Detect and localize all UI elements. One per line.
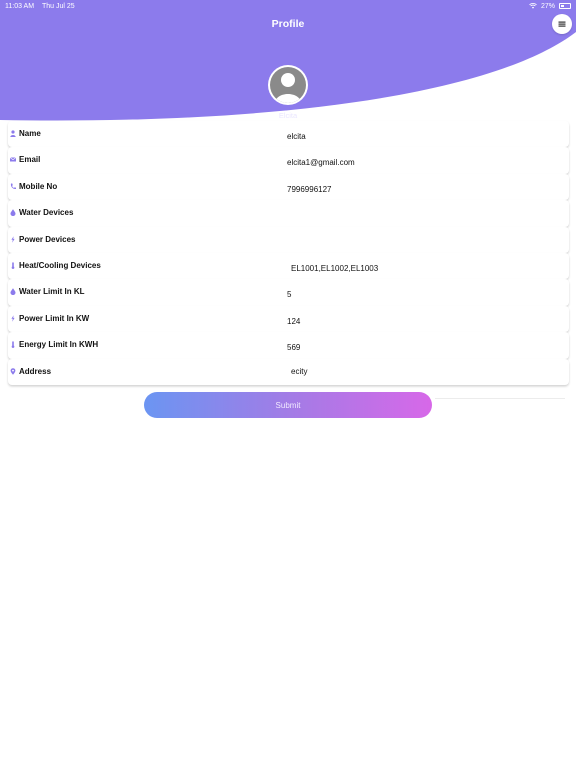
name-value[interactable]: elcita	[287, 132, 306, 141]
drop-icon	[10, 209, 16, 217]
field-label: Power Limit In KW	[10, 314, 89, 323]
bolt-icon	[10, 314, 16, 322]
phone-icon	[10, 183, 16, 190]
menu-icon	[558, 21, 566, 27]
field-label-text: Energy Limit In KWH	[19, 340, 99, 350]
wifi-icon	[529, 3, 537, 9]
field-water-devices[interactable]: Water Devices	[8, 200, 569, 227]
field-label-text: Power Devices	[19, 234, 76, 244]
field-label-text: Water Devices	[19, 208, 74, 218]
profile-form: Name elcita Email elcita1@gmail.com Mobi…	[8, 121, 569, 385]
field-label-text: Address	[19, 366, 52, 376]
status-indicators: 27%	[529, 3, 571, 10]
field-address[interactable]: Address ecity	[8, 358, 569, 385]
field-label: Email	[10, 155, 40, 164]
field-label: Heat/Cooling Devices	[10, 261, 101, 270]
person-icon	[10, 130, 16, 137]
battery-icon	[559, 3, 571, 9]
person-icon	[275, 73, 301, 103]
field-power-limit[interactable]: Power Limit In KW 124	[8, 305, 569, 333]
submit-button[interactable]: Submit	[144, 392, 432, 418]
field-label-text: Mobile No	[19, 181, 58, 191]
field-name[interactable]: Name elcita	[8, 121, 569, 148]
field-heat-cooling-devices[interactable]: Heat/Cooling Devices EL1001,EL1002,EL100…	[8, 252, 569, 280]
field-label: Address	[10, 367, 51, 376]
status-time: 11:03 AM	[5, 2, 35, 10]
field-label-text: Heat/Cooling Devices	[19, 260, 101, 270]
heat-cooling-devices-value[interactable]: EL1001,EL1002,EL1003	[291, 264, 378, 273]
power-limit-value[interactable]: 124	[287, 317, 300, 326]
field-mobile[interactable]: Mobile No 7996996127	[8, 173, 569, 201]
field-label: Mobile No	[10, 182, 57, 191]
field-label-text: Power Limit In KW	[19, 313, 90, 323]
profile-name: Elcita	[278, 111, 298, 120]
field-label: Water Limit In KL	[10, 287, 84, 296]
bolt-icon	[10, 235, 16, 243]
field-water-limit[interactable]: Water Limit In KL 5	[8, 279, 569, 306]
field-label-text: Email	[19, 155, 41, 165]
address-value[interactable]: ecity	[291, 367, 307, 376]
field-label-text: Water Limit In KL	[19, 287, 85, 297]
thermometer-icon	[10, 262, 16, 269]
avatar[interactable]	[268, 65, 308, 105]
field-power-devices[interactable]: Power Devices	[8, 226, 569, 253]
avatar-image	[270, 67, 306, 103]
email-value[interactable]: elcita1@gmail.com	[287, 158, 355, 167]
field-label-text: Name	[19, 129, 41, 138]
mobile-value[interactable]: 7996996127	[287, 185, 332, 194]
drop-icon	[10, 288, 16, 296]
menu-button[interactable]	[552, 14, 572, 34]
field-label: Water Devices	[10, 208, 73, 217]
page-title: Profile	[271, 18, 305, 30]
water-limit-value[interactable]: 5	[287, 290, 291, 299]
energy-limit-value[interactable]: 569	[287, 343, 300, 352]
field-label: Power Devices	[10, 235, 75, 244]
mail-icon	[10, 156, 16, 163]
divider	[435, 398, 565, 399]
status-date: Thu Jul 25	[42, 2, 75, 10]
location-icon	[10, 367, 16, 375]
field-email[interactable]: Email elcita1@gmail.com	[8, 147, 569, 174]
thermometer-icon	[10, 341, 16, 349]
status-time-date: 11:03 AM Thu Jul 25	[5, 3, 529, 10]
field-energy-limit[interactable]: Energy Limit In KWH 569	[8, 332, 569, 359]
battery-percent: 27%	[540, 2, 555, 10]
field-label: Energy Limit In KWH	[10, 340, 98, 349]
field-label: Name	[10, 129, 41, 138]
status-bar: 11:03 AM Thu Jul 25 27%	[0, 0, 576, 12]
